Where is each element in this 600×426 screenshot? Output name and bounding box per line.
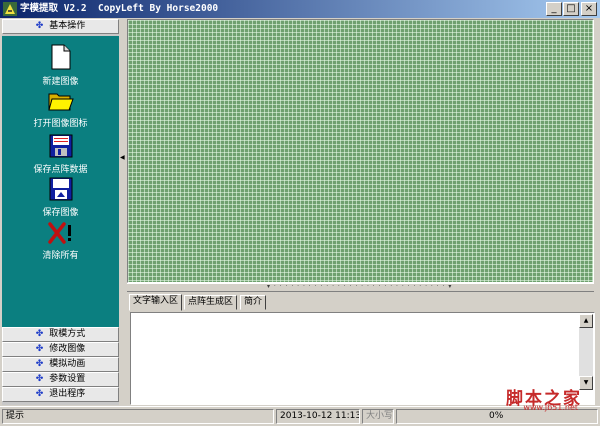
tab-text-input[interactable]: 文字输入区 [129, 294, 183, 311]
save-image-icon [49, 177, 72, 201]
new-document-icon [51, 44, 70, 70]
section-label: 模拟动画 [49, 359, 86, 369]
watermark-url: www.jb51.net [523, 403, 578, 412]
collapse-arrow-icon[interactable]: ◀ [120, 154, 125, 161]
tool-sidebar: ✤ 基本操作 新建图像 打开图像图标 保存点阵数据 保存图像 清除所有 ✤ 取模… [2, 19, 119, 405]
vertical-splitter[interactable]: ◀ [119, 19, 126, 405]
section-label: 基本操作 [49, 21, 86, 31]
tool-icon-panel: 新建图像 打开图像图标 保存点阵数据 保存图像 清除所有 [2, 36, 119, 344]
section-sampling-mode[interactable]: ✤ 取模方式 [2, 327, 119, 342]
close-button[interactable]: × [581, 2, 597, 16]
section-label: 修改图像 [49, 344, 86, 354]
tool-label: 新建图像 [42, 77, 79, 87]
main-window: 字模提取 V2.2 CopyLeft By Horse2000 _ □ × ✤ 基… [0, 0, 600, 426]
section-simulate-animation[interactable]: ✤ 模拟动画 [2, 357, 119, 372]
plus-icon: ✤ [35, 344, 44, 354]
section-label: 取模方式 [49, 329, 86, 339]
minimize-button[interactable]: _ [546, 2, 562, 16]
tool-label: 保存点阵数据 [33, 165, 88, 175]
title-bar[interactable]: 字模提取 V2.2 CopyLeft By Horse2000 _ □ × [0, 0, 600, 18]
plus-icon: ✤ [35, 329, 44, 339]
window-title: 字模提取 V2.2 CopyLeft By Horse2000 [20, 3, 219, 14]
tab-matrix-output[interactable]: 点阵生成区 [184, 295, 238, 310]
plus-icon: ✤ [35, 389, 44, 399]
tool-label: 清除所有 [42, 251, 79, 261]
section-modify-image[interactable]: ✤ 修改图像 [2, 342, 119, 357]
vertical-scrollbar[interactable]: ▲ ▼ [579, 314, 593, 390]
save-data-tool[interactable]: 保存点阵数据 [2, 134, 119, 175]
save-data-icon [49, 134, 72, 158]
open-folder-icon [47, 93, 74, 111]
horizontal-splitter[interactable]: ▾ · · · · · · · · · · · · · · · · · · · … [127, 283, 594, 292]
plus-icon: ✤ [35, 374, 44, 384]
section-label: 参数设置 [49, 374, 86, 384]
scroll-up-icon[interactable]: ▲ [579, 314, 593, 328]
status-caps: 大小写 [362, 409, 394, 424]
plus-icon: ✤ [35, 359, 44, 369]
open-image-tool[interactable]: 打开图像图标 [2, 90, 119, 129]
maximize-button[interactable]: □ [563, 2, 579, 16]
app-icon [3, 2, 17, 16]
section-parameter-settings[interactable]: ✤ 参数设置 [2, 372, 119, 387]
dot-matrix-canvas[interactable] [127, 19, 594, 283]
tool-label: 打开图像图标 [33, 119, 88, 129]
tool-label: 保存图像 [42, 208, 79, 218]
tab-about[interactable]: 简介 [240, 295, 267, 310]
clear-all-tool[interactable]: 清除所有 [2, 222, 119, 261]
section-label: 退出程序 [49, 389, 86, 399]
plus-icon: ✤ [35, 21, 44, 31]
status-datetime: 2013-10-12 11:13:47 [276, 409, 360, 424]
save-image-tool[interactable]: 保存图像 [2, 177, 119, 218]
section-exit-program[interactable]: ✤ 退出程序 [2, 387, 119, 402]
section-basic-operations[interactable]: ✤ 基本操作 [2, 19, 119, 34]
splitter-grip-icon: ▾ · · · · · · · · · · · · · · · · · · · … [267, 283, 453, 290]
status-hint: 提示 [2, 409, 274, 424]
clear-all-icon [47, 222, 71, 244]
new-image-tool[interactable]: 新建图像 [2, 44, 119, 87]
status-bar: 提示 2013-10-12 11:13:47 大小写 0% [0, 406, 600, 426]
